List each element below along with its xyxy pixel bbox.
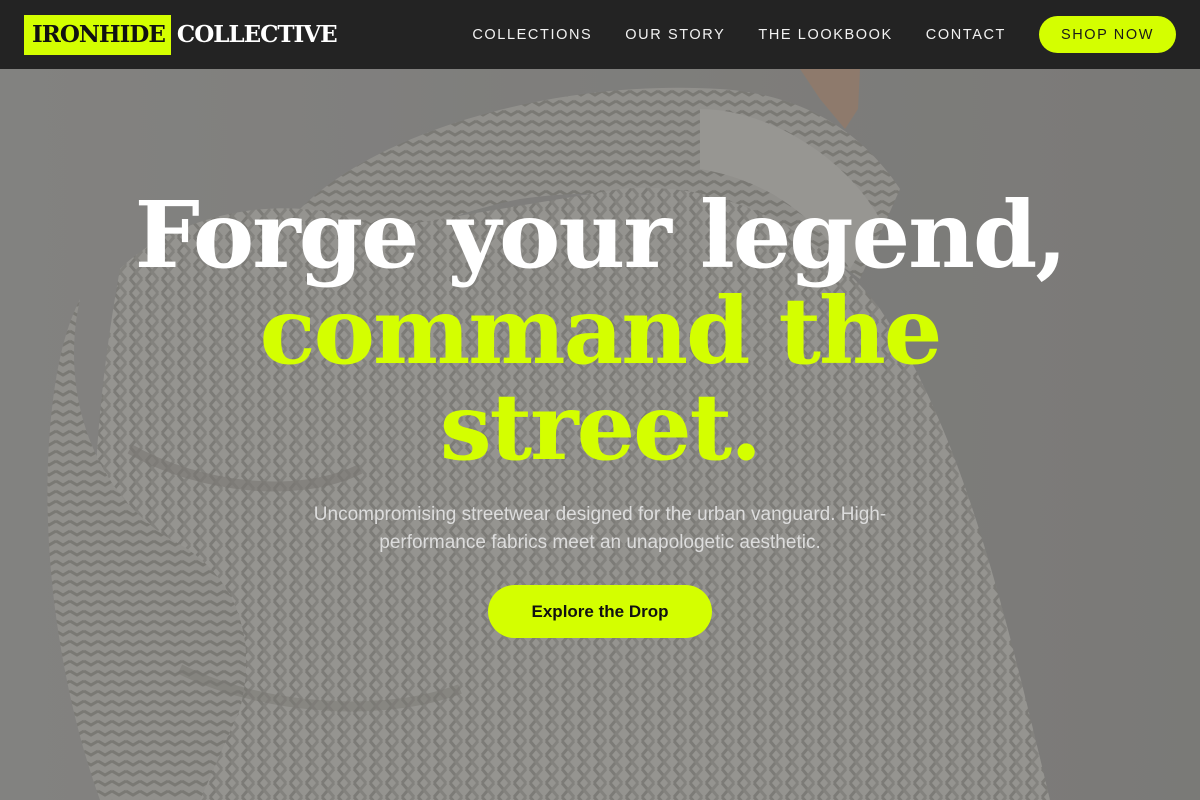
hero-content: Forge your legend, command the street. U… (0, 69, 1200, 638)
top-navigation-bar: IRONHIDE COLLECTIVE COLLECTIONS OUR STOR… (0, 0, 1200, 69)
headline-line-3: street. (439, 373, 762, 481)
nav-link-collections[interactable]: COLLECTIONS (472, 27, 592, 43)
shop-now-button[interactable]: SHOP NOW (1039, 16, 1176, 53)
headline-line-1: Forge your legend, (134, 181, 1068, 289)
logo-rest-text: COLLECTIVE (176, 21, 338, 48)
main-menu: COLLECTIONS OUR STORY THE LOOKBOOK CONTA… (472, 27, 1006, 43)
hero-headline: Forge your legend, command the street. (0, 187, 1200, 475)
brand-logo[interactable]: IRONHIDE COLLECTIVE (24, 14, 338, 55)
explore-drop-button[interactable]: Explore the Drop (488, 585, 712, 638)
hero-subtitle: Uncompromising streetwear designed for t… (313, 504, 887, 553)
headline-line-2: command the (259, 277, 943, 385)
nav-link-lookbook[interactable]: THE LOOKBOOK (758, 27, 892, 43)
nav-link-our-story[interactable]: OUR STORY (625, 27, 725, 43)
logo-highlight-text: IRONHIDE (24, 14, 171, 55)
hero-section: Forge your legend, command the street. U… (0, 69, 1200, 800)
nav-link-contact[interactable]: CONTACT (926, 27, 1006, 43)
